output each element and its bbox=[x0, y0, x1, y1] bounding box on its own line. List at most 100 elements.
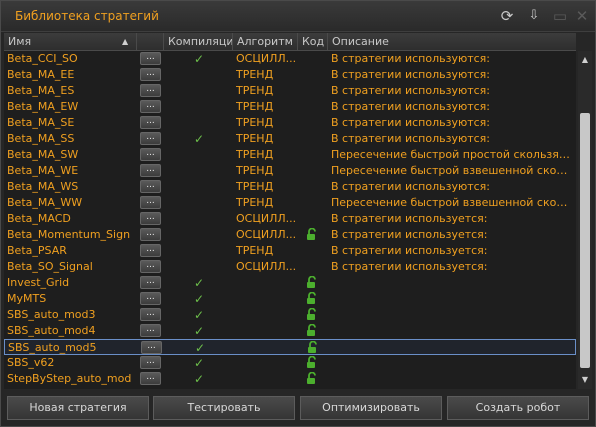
table-row[interactable]: Beta_MA_WS... ТРЕНД В стратегии используют… bbox=[4, 179, 576, 195]
check-icon: ✓ bbox=[193, 324, 205, 338]
more-button[interactable]: ... bbox=[140, 180, 161, 193]
strategy-name: Beta_MA_WS bbox=[7, 180, 79, 193]
table-row[interactable]: SBS_auto_mod4... ✓ bbox=[4, 323, 576, 339]
more-button[interactable]: ... bbox=[140, 164, 161, 177]
optimize-button[interactable]: Оптимизировать bbox=[300, 396, 442, 420]
more-button[interactable]: ... bbox=[140, 324, 161, 337]
check-icon: ✓ bbox=[193, 52, 205, 66]
strategy-name: StepByStep_auto_mod bbox=[7, 372, 132, 385]
table-row[interactable]: Beta_MA_ES... ТРЕНД В стратегии используют… bbox=[4, 83, 576, 99]
strategy-library-window: Библиотека стратегий ⟳ ⇩ ▭ ✕ Имя ▲ Компи… bbox=[0, 0, 596, 427]
column-header-description[interactable]: Описание bbox=[328, 33, 576, 50]
unlock-icon[interactable] bbox=[306, 292, 324, 308]
algorithm-cell bbox=[237, 340, 299, 356]
table-row[interactable]: Beta_SO_Signal... ОСЦИЛЛ... В стратегии ис… bbox=[4, 259, 576, 275]
unlock-icon[interactable] bbox=[306, 324, 324, 340]
column-header-actions bbox=[137, 33, 164, 50]
table-row[interactable]: Beta_MA_SW... ТРЕНД Пересечение быстрой пр… bbox=[4, 147, 576, 163]
download-icon[interactable]: ⇩ bbox=[525, 7, 543, 25]
new-strategy-button[interactable]: Новая стратегия bbox=[7, 396, 149, 420]
vertical-scrollbar[interactable]: ▲ ▼ bbox=[578, 51, 592, 389]
more-button[interactable]: ... bbox=[140, 260, 161, 273]
column-header-compilation[interactable]: Компиляция bbox=[164, 33, 233, 50]
create-robot-button[interactable]: Создать робот bbox=[447, 396, 589, 420]
more-button[interactable]: ... bbox=[140, 84, 161, 97]
column-header-name[interactable]: Имя ▲ bbox=[4, 33, 137, 50]
more-button[interactable]: ... bbox=[140, 116, 161, 129]
more-button[interactable]: ... bbox=[140, 228, 161, 241]
table-row[interactable]: Beta_MACD... ОСЦИЛЛ... В стратегии использ… bbox=[4, 211, 576, 227]
algorithm-cell bbox=[236, 291, 298, 307]
table-row[interactable]: SBS_v62... ✓ bbox=[4, 355, 576, 371]
algorithm-cell: ТРЕНД bbox=[236, 196, 274, 209]
column-header-code[interactable]: Код bbox=[298, 33, 328, 50]
description-cell bbox=[331, 355, 574, 371]
algorithm-cell: ТРЕНД bbox=[236, 84, 274, 97]
strategy-table: Имя ▲ Компиляция Алгоритм Код Описание B… bbox=[4, 33, 576, 389]
table-row[interactable]: Beta_MA_EW... ТРЕНД В стратегии используют… bbox=[4, 99, 576, 115]
more-button[interactable]: ... bbox=[140, 292, 161, 305]
minimize-icon[interactable]: ▭ bbox=[551, 7, 569, 25]
more-button[interactable]: ... bbox=[140, 148, 161, 161]
description-cell: В стратегии используются: bbox=[331, 84, 491, 97]
sort-asc-icon: ▲ bbox=[122, 37, 129, 46]
scroll-up-icon[interactable]: ▲ bbox=[578, 54, 592, 66]
close-icon[interactable]: ✕ bbox=[573, 7, 591, 25]
table-row[interactable]: Beta_MA_SE... ТРЕНД В стратегии используют… bbox=[4, 115, 576, 131]
more-button[interactable]: ... bbox=[140, 212, 161, 225]
description-cell bbox=[331, 371, 574, 387]
table-row[interactable]: MyMTS... ✓ bbox=[4, 291, 576, 307]
description-cell: В стратегии используются: bbox=[331, 68, 491, 81]
column-header-name-label: Имя bbox=[8, 35, 32, 48]
table-row[interactable]: SBS_auto_mod3... ✓ bbox=[4, 307, 576, 323]
more-button[interactable]: ... bbox=[140, 308, 161, 321]
table-row[interactable]: StepByStep_auto_mod... ✓ bbox=[4, 371, 576, 387]
more-button[interactable]: ... bbox=[140, 132, 161, 145]
scroll-down-icon[interactable]: ▼ bbox=[578, 374, 592, 386]
check-icon: ✓ bbox=[193, 276, 205, 290]
column-header-algorithm[interactable]: Алгоритм bbox=[233, 33, 298, 50]
strategy-name: Beta_PSAR bbox=[7, 244, 67, 257]
description-cell: В стратегии используются: bbox=[331, 116, 491, 129]
more-button[interactable]: ... bbox=[140, 244, 161, 257]
refresh-icon[interactable]: ⟳ bbox=[498, 7, 516, 25]
more-button[interactable]: ... bbox=[140, 356, 161, 369]
algorithm-cell: ОСЦИЛЛ... bbox=[236, 228, 297, 241]
description-cell: Пересечение быстрой взвешенной скользящ.… bbox=[331, 164, 574, 177]
unlock-icon[interactable] bbox=[306, 276, 324, 292]
check-icon: ✓ bbox=[193, 292, 205, 306]
strategy-name: Beta_MA_EW bbox=[7, 100, 79, 113]
table-row[interactable]: Beta_MA_SS... ✓ ТРЕНД В стратегии использую… bbox=[4, 131, 576, 147]
description-cell: В стратегии используется: bbox=[331, 228, 488, 241]
table-row[interactable]: Beta_MA_WW... ТРЕНД Пересечение быстрой вз… bbox=[4, 195, 576, 211]
algorithm-cell: ТРЕНД bbox=[236, 244, 274, 257]
more-button[interactable]: ... bbox=[140, 276, 161, 289]
strategy-name: Beta_MA_WE bbox=[7, 164, 79, 177]
more-button[interactable]: ... bbox=[140, 100, 161, 113]
algorithm-cell: ТРЕНД bbox=[236, 132, 274, 145]
table-row[interactable]: SBS_auto_mod5... ✓ bbox=[4, 339, 576, 355]
algorithm-cell: ТРЕНД bbox=[236, 116, 274, 129]
description-cell bbox=[331, 323, 574, 339]
table-row[interactable]: Invest_Grid... ✓ bbox=[4, 275, 576, 291]
unlock-icon[interactable] bbox=[306, 356, 324, 372]
more-button[interactable]: ... bbox=[140, 52, 161, 65]
test-button[interactable]: Тестировать bbox=[153, 396, 295, 420]
table-row[interactable]: Beta_PSAR... ТРЕНД В стратегии используетс… bbox=[4, 243, 576, 259]
unlock-icon[interactable] bbox=[306, 308, 324, 324]
check-icon: ✓ bbox=[193, 356, 205, 370]
more-button[interactable]: ... bbox=[140, 68, 161, 81]
check-icon: ✓ bbox=[193, 132, 205, 146]
more-button[interactable]: ... bbox=[141, 341, 162, 354]
unlock-icon[interactable] bbox=[306, 372, 324, 388]
table-row[interactable]: Beta_Momentum_Sign... ОСЦИЛЛ... В стратеги… bbox=[4, 227, 576, 243]
table-row[interactable]: Beta_MA_WE... ТРЕНД Пересечение быстрой вз… bbox=[4, 163, 576, 179]
unlock-icon[interactable] bbox=[306, 228, 324, 244]
strategy-name: Beta_CCI_SO bbox=[7, 52, 78, 65]
table-row[interactable]: Beta_CCI_SO... ✓ ОСЦИЛЛ... В стратегии испо… bbox=[4, 51, 576, 67]
more-button[interactable]: ... bbox=[140, 372, 161, 385]
strategy-name: Beta_MACD bbox=[7, 212, 71, 225]
more-button[interactable]: ... bbox=[140, 196, 161, 209]
scroll-thumb[interactable] bbox=[580, 113, 590, 368]
table-row[interactable]: Beta_MA_EE... ТРЕНД В стратегии используют… bbox=[4, 67, 576, 83]
